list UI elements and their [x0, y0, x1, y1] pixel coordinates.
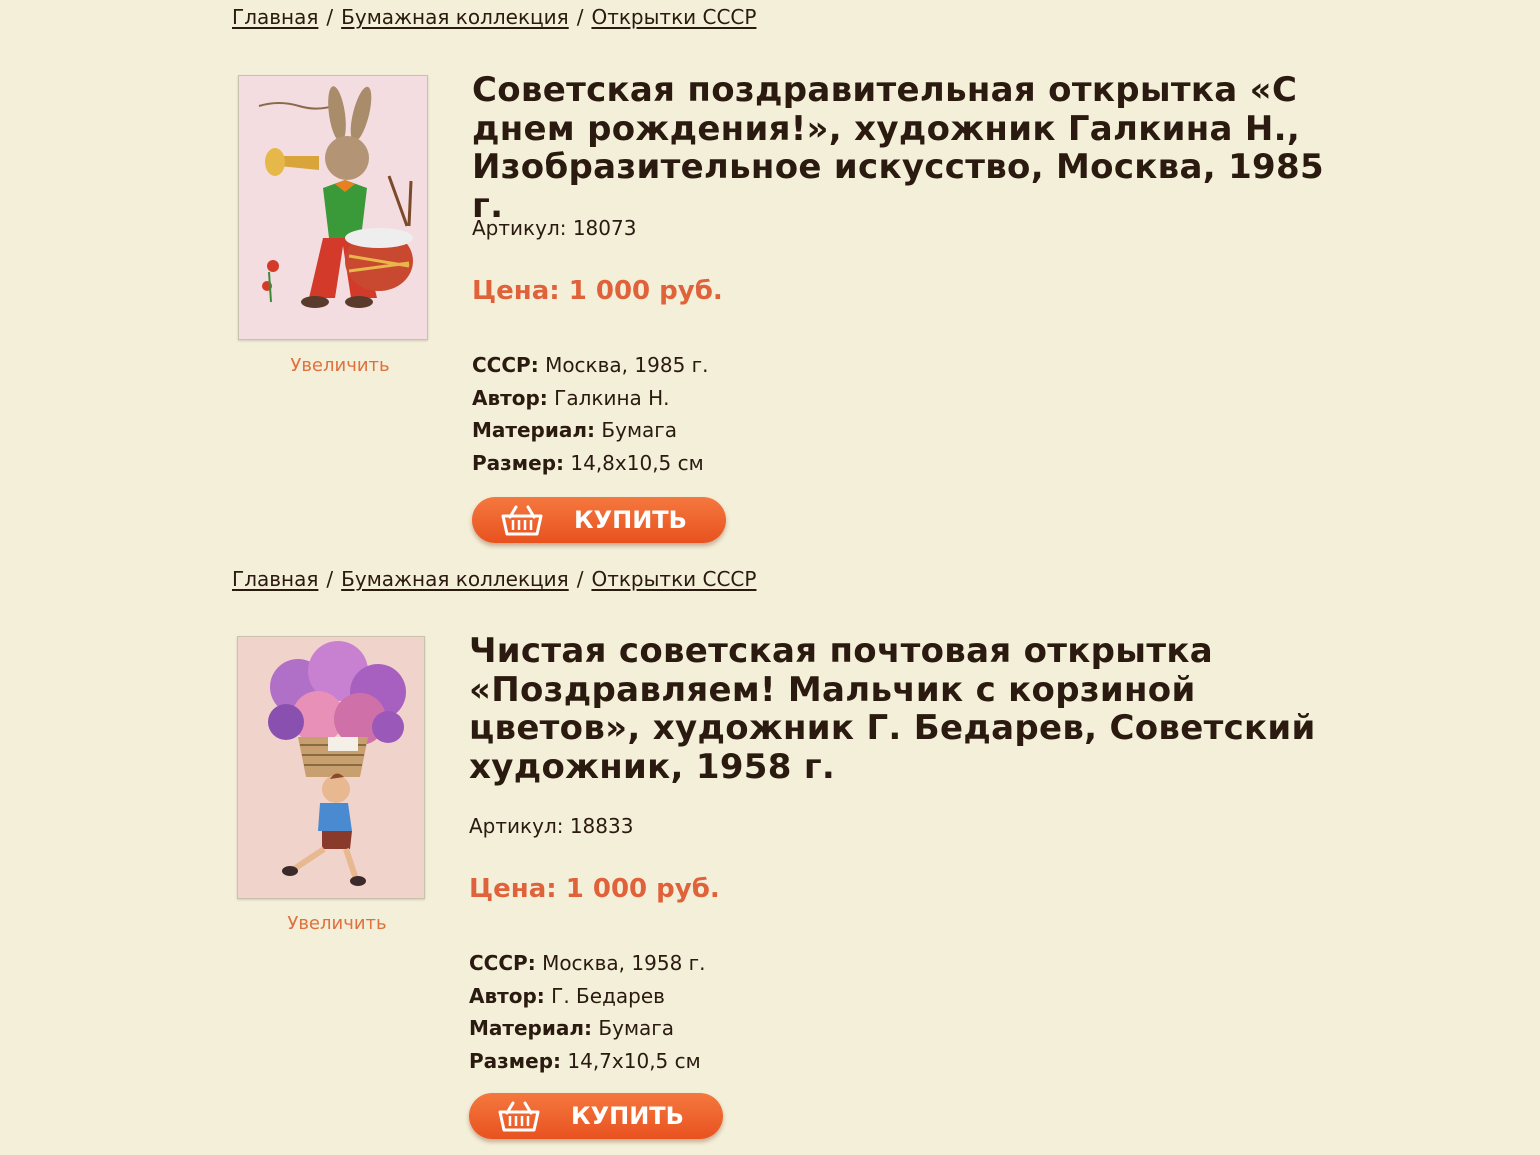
sku: Артикул: 18833 — [469, 814, 633, 838]
sku: Артикул: 18073 — [472, 216, 636, 240]
spec-material: Материал: Бумага — [472, 414, 709, 447]
sku-label: Артикул: — [472, 216, 567, 240]
breadcrumb-link-home[interactable]: Главная — [232, 5, 318, 29]
specs-list: СССР: Москва, 1958 г. Автор: Г. Бедарев … — [469, 947, 706, 1077]
product-image[interactable] — [237, 636, 425, 899]
zoom-link[interactable]: Увеличить — [238, 355, 442, 376]
spec-value: 14,7х10,5 см — [567, 1048, 701, 1073]
breadcrumb-link-paper-collection[interactable]: Бумажная коллекция — [341, 5, 569, 29]
sku-value: 18833 — [569, 814, 634, 838]
spec-author: Автор: Галкина Н. — [472, 382, 709, 415]
breadcrumb-link-ussr-postcards[interactable]: Открытки СССР — [591, 567, 756, 591]
spec-value: Москва, 1958 г. — [542, 951, 706, 975]
spec-value: 14,8х10,5 см — [570, 450, 704, 475]
spec-label: Автор: — [469, 983, 545, 1008]
price: Цена: 1 000 руб. — [469, 874, 720, 904]
spec-value: Галкина Н. — [554, 385, 670, 410]
spec-label: Размер: — [469, 1048, 562, 1073]
spec-size: Размер: 14,8х10,5 см — [472, 447, 709, 480]
spec-label: Материал: — [472, 418, 596, 442]
spec-label: Автор: — [472, 385, 548, 410]
spec-material: Материал: Бумага — [469, 1012, 706, 1045]
sku-label: Артикул: — [469, 814, 564, 838]
price: Цена: 1 000 руб. — [472, 276, 723, 306]
product-title: Чистая советская почтовая открытка «Позд… — [469, 631, 1316, 787]
spec-value: Москва, 1985 г. — [545, 353, 709, 377]
spec-size: Размер: 14,7х10,5 см — [469, 1045, 706, 1078]
boy-with-flower-basket-illustration — [238, 637, 424, 898]
breadcrumb-link-ussr-postcards[interactable]: Открытки СССР — [591, 5, 756, 29]
basket-icon — [500, 503, 544, 537]
breadcrumb-link-paper-collection[interactable]: Бумажная коллекция — [341, 567, 569, 591]
spec-label: Размер: — [472, 450, 565, 475]
spec-value: Бумага — [601, 418, 678, 442]
spec-country: СССР: Москва, 1985 г. — [472, 349, 709, 382]
breadcrumb: Главная / Бумажная коллекция / Открытки СССР — [232, 567, 757, 591]
product-image[interactable] — [238, 75, 428, 340]
buy-button[interactable]: КУПИТЬ — [472, 497, 726, 543]
specs-list: СССР: Москва, 1985 г. Автор: Галкина Н. … — [472, 349, 709, 479]
buy-button-label: КУПИТЬ — [571, 1102, 684, 1130]
buy-button-label: КУПИТЬ — [574, 506, 687, 534]
spec-value: Бумага — [598, 1016, 675, 1040]
basket-icon — [497, 1099, 541, 1133]
product-title: Советская поздравительная открытка «С дн… — [472, 70, 1324, 226]
sku-value: 18073 — [572, 216, 637, 240]
breadcrumb-link-home[interactable]: Главная — [232, 567, 318, 591]
spec-value: Г. Бедарев — [551, 983, 665, 1008]
buy-button[interactable]: КУПИТЬ — [469, 1093, 723, 1139]
bunny-drummer-illustration — [239, 76, 427, 339]
spec-label: СССР: — [469, 951, 536, 975]
spec-label: СССР: — [472, 353, 539, 377]
spec-label: Материал: — [469, 1016, 593, 1040]
spec-author: Автор: Г. Бедарев — [469, 980, 706, 1013]
spec-country: СССР: Москва, 1958 г. — [469, 947, 706, 980]
zoom-link[interactable]: Увеличить — [235, 913, 439, 934]
breadcrumb: Главная / Бумажная коллекция / Открытки СССР — [232, 5, 757, 29]
